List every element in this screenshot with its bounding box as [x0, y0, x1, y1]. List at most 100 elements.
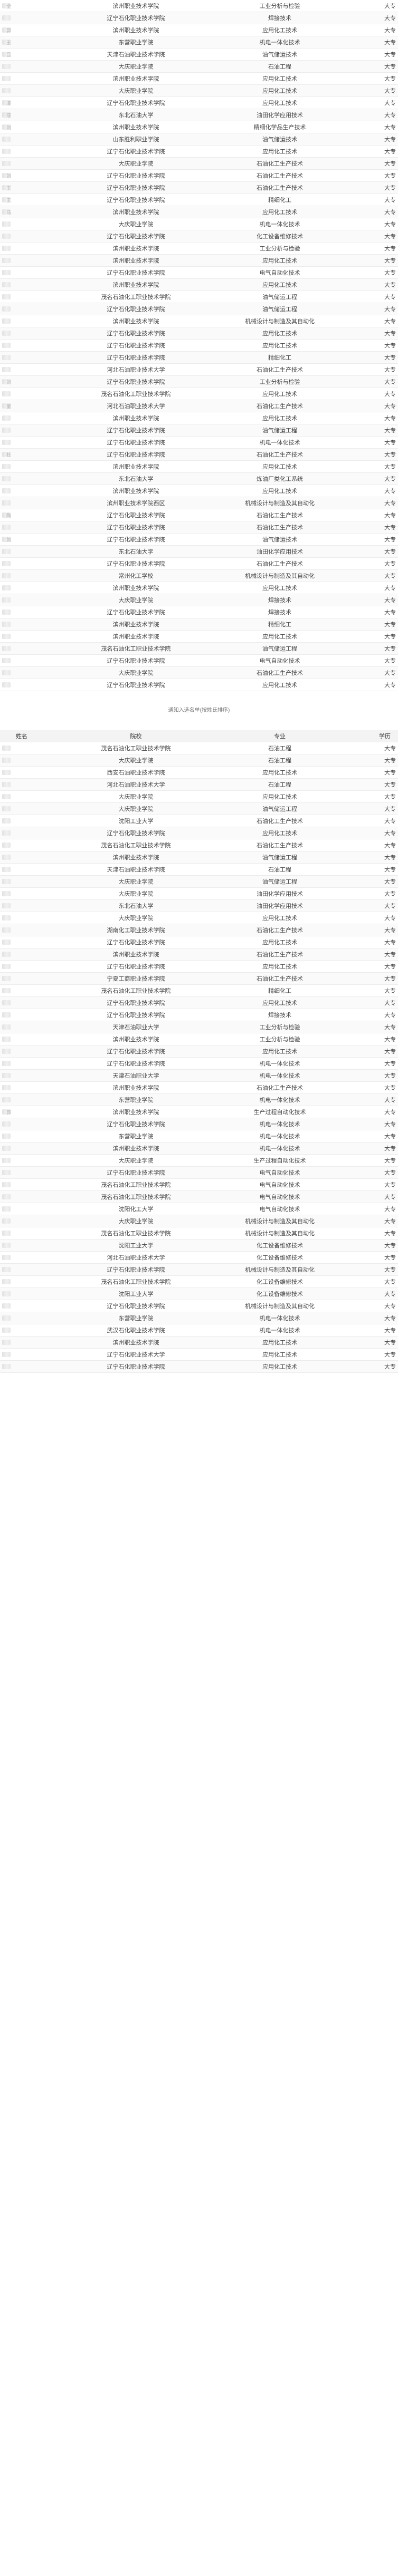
table-row: 东营职业学院 机电一体化技术 大专 — [0, 1130, 398, 1142]
school-cell: 茂名石油化工职业技术学院 — [79, 290, 193, 303]
name-cell: 王 — [0, 193, 79, 206]
school-cell: 滨州职业技术学院 — [79, 1142, 193, 1155]
major-cell: 应用化工技术 — [193, 679, 367, 691]
redacted-name-fragment: 陶 — [6, 512, 12, 518]
major-cell: 油田化学应用技术 — [193, 545, 367, 558]
table-row: 大庆职业学院 应用化工技术 大专 — [0, 912, 398, 924]
school-cell: 茂名石油化工职业技术学院 — [79, 1275, 193, 1288]
redacted-name-fragment: 寇 — [6, 112, 12, 118]
name-cell — [0, 254, 79, 267]
school-cell: 辽宁石化职业技术学院 — [79, 266, 193, 279]
name-cell — [0, 424, 79, 437]
table-row: 王 辽宁石化职业技术学院 精细化工 大专 — [0, 193, 398, 206]
school-cell: 茂名石油化工职业技术学院 — [79, 839, 193, 851]
major-cell: 油田化学应用技术 — [193, 109, 367, 121]
name-cell — [0, 1069, 79, 1082]
redacted-name — [2, 927, 11, 933]
redacted-name — [2, 1000, 11, 1006]
redacted-name — [2, 682, 11, 688]
table-row: 滨州职业技术学院 精细化工 大专 — [0, 618, 398, 631]
name-cell — [0, 887, 79, 900]
name-cell — [0, 863, 79, 876]
redacted-name — [2, 234, 11, 239]
school-cell: 大庆职业学院 — [79, 754, 193, 767]
major-cell: 电气自动化技术 — [193, 1166, 367, 1179]
education-cell: 大专 — [367, 1118, 398, 1130]
table-row: 河北石油职业技术大学 石油化工生产技术 大专 — [0, 363, 398, 376]
major-cell: 应用化工技术 — [193, 388, 367, 400]
education-cell: 大专 — [367, 984, 398, 997]
education-cell: 大专 — [367, 109, 398, 121]
school-cell: 大庆职业学院 — [79, 790, 193, 803]
school-cell: 天津石油职业大学 — [79, 1021, 193, 1033]
education-cell: 大专 — [367, 157, 398, 170]
education-cell: 大专 — [367, 400, 398, 412]
redacted-name-fragment: 吕 — [6, 52, 12, 57]
major-cell: 应用化工技术 — [193, 766, 367, 779]
table-row: 东北石油大学 油田化学应用技术 大专 — [0, 545, 398, 558]
table-row: 董 河北石油职业技术大学 石油化工生产技术 大专 — [0, 400, 398, 412]
education-cell: 大专 — [367, 339, 398, 352]
redacted-name — [2, 952, 11, 957]
name-cell: 杜 — [0, 448, 79, 461]
education-cell: 大专 — [367, 1239, 398, 1252]
table-row: 滨州职业技术学院 机电一体化技术 大专 — [0, 1142, 398, 1155]
redacted-name — [2, 1231, 11, 1236]
major-cell: 机械设计与制造及其自动化 — [193, 569, 367, 582]
table-row: 郭 滨州职业技术学院 应用化工技术 大专 — [0, 24, 398, 36]
name-cell — [0, 790, 79, 803]
major-cell: 工业分析与检验 — [193, 0, 367, 12]
education-cell: 大专 — [367, 557, 398, 570]
table-row: 茂名石油化工职业技术学院 电气自动化技术 大专 — [0, 1178, 398, 1191]
major-cell: 石油化工生产技术 — [193, 521, 367, 534]
school-cell: 辽宁石化职业技术学院 — [79, 606, 193, 618]
education-cell: 大专 — [367, 193, 398, 206]
school-cell: 辽宁石化职业技术学院 — [79, 303, 193, 315]
education-cell: 大专 — [367, 1142, 398, 1155]
redacted-name — [2, 891, 11, 897]
school-cell: 茂名石油化工职业技术学院 — [79, 984, 193, 997]
redacted-name — [2, 343, 11, 348]
table-row: 马 滨州职业技术学院 应用化工技术 大专 — [0, 206, 398, 218]
school-cell: 辽宁石化职业技术学院 — [79, 96, 193, 109]
table-row: 沈阳工业大学 化工设备维修技术 大专 — [0, 1239, 398, 1252]
school-cell: 辽宁石化职业技术学院 — [79, 327, 193, 340]
redacted-name — [2, 318, 11, 324]
table-row: 宁夏工商职业技术学院 石油化工生产技术 大专 — [0, 972, 398, 985]
education-cell: 大专 — [367, 839, 398, 851]
table-row: 辽宁石化职业技术学院 应用化工技术 大专 — [0, 936, 398, 948]
redacted-name — [2, 842, 11, 848]
major-cell: 焊接技术 — [193, 594, 367, 606]
redacted-name — [2, 88, 11, 94]
major-cell: 石油化工生产技术 — [193, 181, 367, 194]
school-cell: 天津石油职业大学 — [79, 1069, 193, 1082]
name-cell — [0, 1009, 79, 1021]
school-cell: 滨州职业技术学院西区 — [79, 497, 193, 509]
redacted-name — [2, 806, 11, 812]
major-cell: 油气储运技术 — [193, 48, 367, 61]
school-cell: 辽宁石化职业技术学院 — [79, 557, 193, 570]
major-cell: 石油工程 — [193, 754, 367, 767]
table-row: 天津石油职业大学 机电一体化技术 大专 — [0, 1069, 398, 1082]
name-cell: 刘 — [0, 121, 79, 133]
school-cell: 辽宁石化职业技术学院 — [79, 1300, 193, 1312]
redacted-name — [2, 137, 11, 142]
name-cell — [0, 266, 79, 279]
redacted-name — [2, 609, 11, 615]
table-row: 沈阳工业大学 石油化工生产技术 大专 — [0, 815, 398, 827]
name-cell — [0, 412, 79, 424]
major-cell: 应用化工技术 — [193, 327, 367, 340]
table-row: 辽宁石化职业技术学院 精细化工 大专 — [0, 351, 398, 364]
major-cell: 石油化工生产技术 — [193, 169, 367, 182]
major-cell: 工业分析与检验 — [193, 1021, 367, 1033]
name-cell — [0, 630, 79, 643]
table-row: 茂名石油化工职业技术学院 应用化工技术 大专 — [0, 388, 398, 400]
education-cell: 大专 — [367, 924, 398, 936]
redacted-name — [2, 476, 11, 482]
school-cell: 茂名石油化工职业技术学院 — [79, 1190, 193, 1203]
name-cell — [0, 1154, 79, 1167]
table-row: 辽宁石化职业技术学院 应用化工技术 大专 — [0, 996, 398, 1009]
major-cell: 化工设备维修技术 — [193, 1251, 367, 1264]
school-cell: 滨州职业技术学院 — [79, 1081, 193, 1094]
redacted-name — [2, 940, 11, 945]
